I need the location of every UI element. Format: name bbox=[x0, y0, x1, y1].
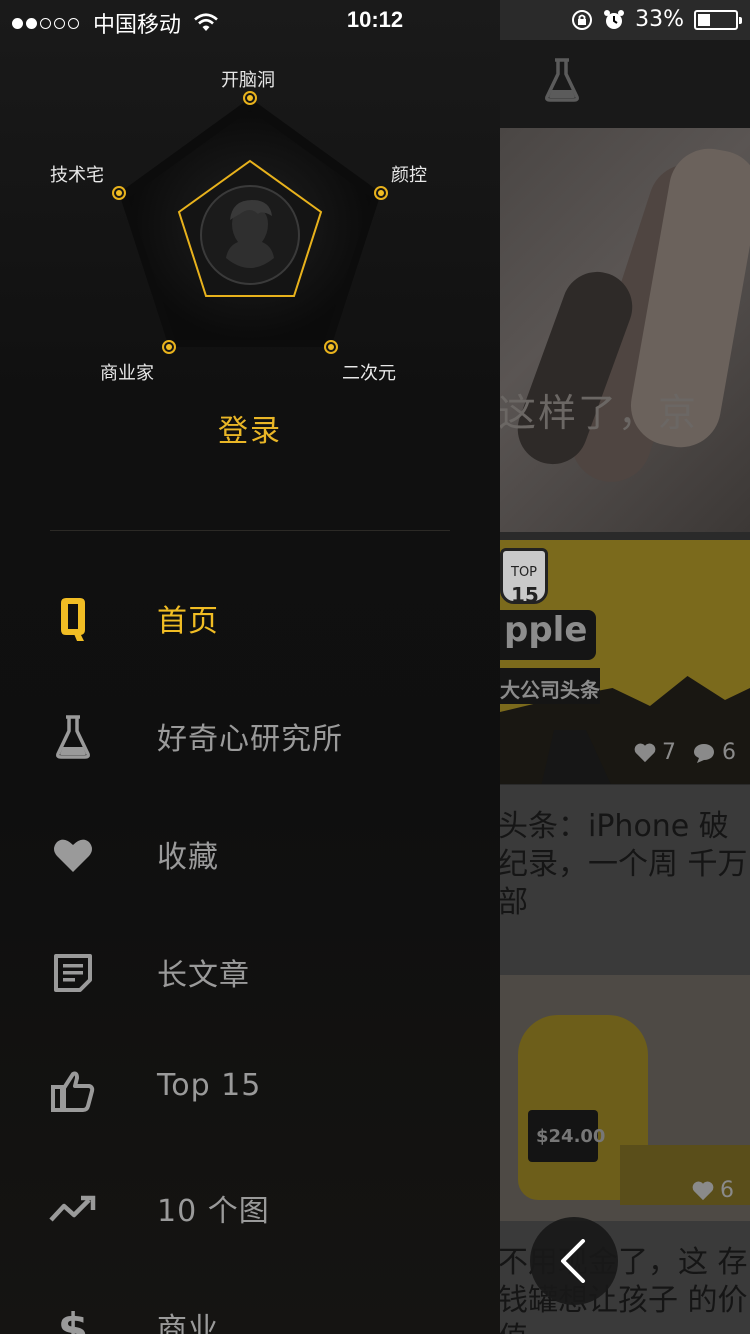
trend-icon bbox=[48, 1184, 98, 1234]
menu-item-home[interactable]: 首页 bbox=[0, 566, 500, 666]
lab-flask-icon bbox=[48, 712, 98, 762]
article-title[interactable]: 这样了，京 bbox=[500, 382, 698, 437]
radar-label-bottom-right: 二次元 bbox=[342, 363, 396, 384]
login-button[interactable]: 登录 bbox=[0, 406, 500, 450]
comment-count: 6 bbox=[722, 740, 736, 765]
lab-flask-icon[interactable] bbox=[544, 58, 580, 106]
q-logo-icon bbox=[48, 594, 98, 644]
menu-item-favorites[interactable]: 收藏 bbox=[0, 802, 500, 902]
battery-icon bbox=[694, 9, 742, 30]
banner-text: 大公司头条 bbox=[500, 678, 600, 702]
dollar-icon: $ bbox=[48, 1302, 98, 1334]
menu-item-top15[interactable]: Top 15 bbox=[0, 1038, 500, 1138]
like-count: 7 bbox=[662, 740, 676, 765]
sign-text: pple bbox=[504, 610, 588, 650]
menu-item-business[interactable]: $ 商业 bbox=[0, 1274, 500, 1334]
feed-header bbox=[500, 40, 750, 128]
article-icon bbox=[48, 948, 98, 998]
rotation-lock-icon bbox=[572, 9, 593, 30]
top15-badge: TOP 15 bbox=[500, 548, 548, 607]
svg-text:$: $ bbox=[58, 1304, 88, 1334]
back-button[interactable] bbox=[530, 1217, 618, 1305]
thumbs-up-icon bbox=[48, 1066, 98, 1116]
radar-label-bottom-left: 商业家 bbox=[100, 363, 154, 384]
side-drawer: 开脑洞 颜控 二次元 商业家 技术宅 登录 首页 好奇心研究所 收藏 长文章 T… bbox=[0, 0, 500, 1334]
article-title[interactable]: 头条：iPhone 破纪录，一个周 千万部 bbox=[500, 808, 750, 922]
price-tag: $24.00 bbox=[536, 1126, 606, 1147]
heart-icon bbox=[634, 743, 656, 762]
divider bbox=[50, 530, 450, 531]
heart-icon bbox=[48, 830, 98, 880]
heart-icon bbox=[692, 1181, 714, 1200]
battery-percent: 33% bbox=[635, 7, 684, 32]
article-stats: 6 bbox=[692, 1178, 734, 1203]
radar-label-right: 颜控 bbox=[391, 165, 427, 186]
comment-icon bbox=[694, 743, 714, 763]
avatar[interactable] bbox=[200, 185, 300, 285]
menu-item-10-charts[interactable]: 10 个图 bbox=[0, 1156, 500, 1256]
article-image[interactable] bbox=[500, 128, 750, 532]
menu-item-lab[interactable]: 好奇心研究所 bbox=[0, 684, 500, 784]
radar-label-left: 技术宅 bbox=[50, 165, 104, 186]
article-stats: 7 6 bbox=[634, 740, 736, 765]
radar-label-top: 开脑洞 bbox=[221, 70, 275, 91]
like-count: 6 bbox=[720, 1178, 734, 1203]
status-bar: 中国移动 10:12 33% bbox=[0, 0, 750, 40]
menu-item-longform[interactable]: 长文章 bbox=[0, 920, 500, 1020]
background-feed: 这样了，京 TOP 15 pple 大公司头条 7 6 头条：iPhone 破纪… bbox=[500, 0, 750, 1334]
interest-radar: 开脑洞 颜控 二次元 商业家 技术宅 bbox=[0, 50, 500, 450]
chevron-left-icon bbox=[561, 1239, 585, 1283]
alarm-icon bbox=[604, 9, 625, 29]
